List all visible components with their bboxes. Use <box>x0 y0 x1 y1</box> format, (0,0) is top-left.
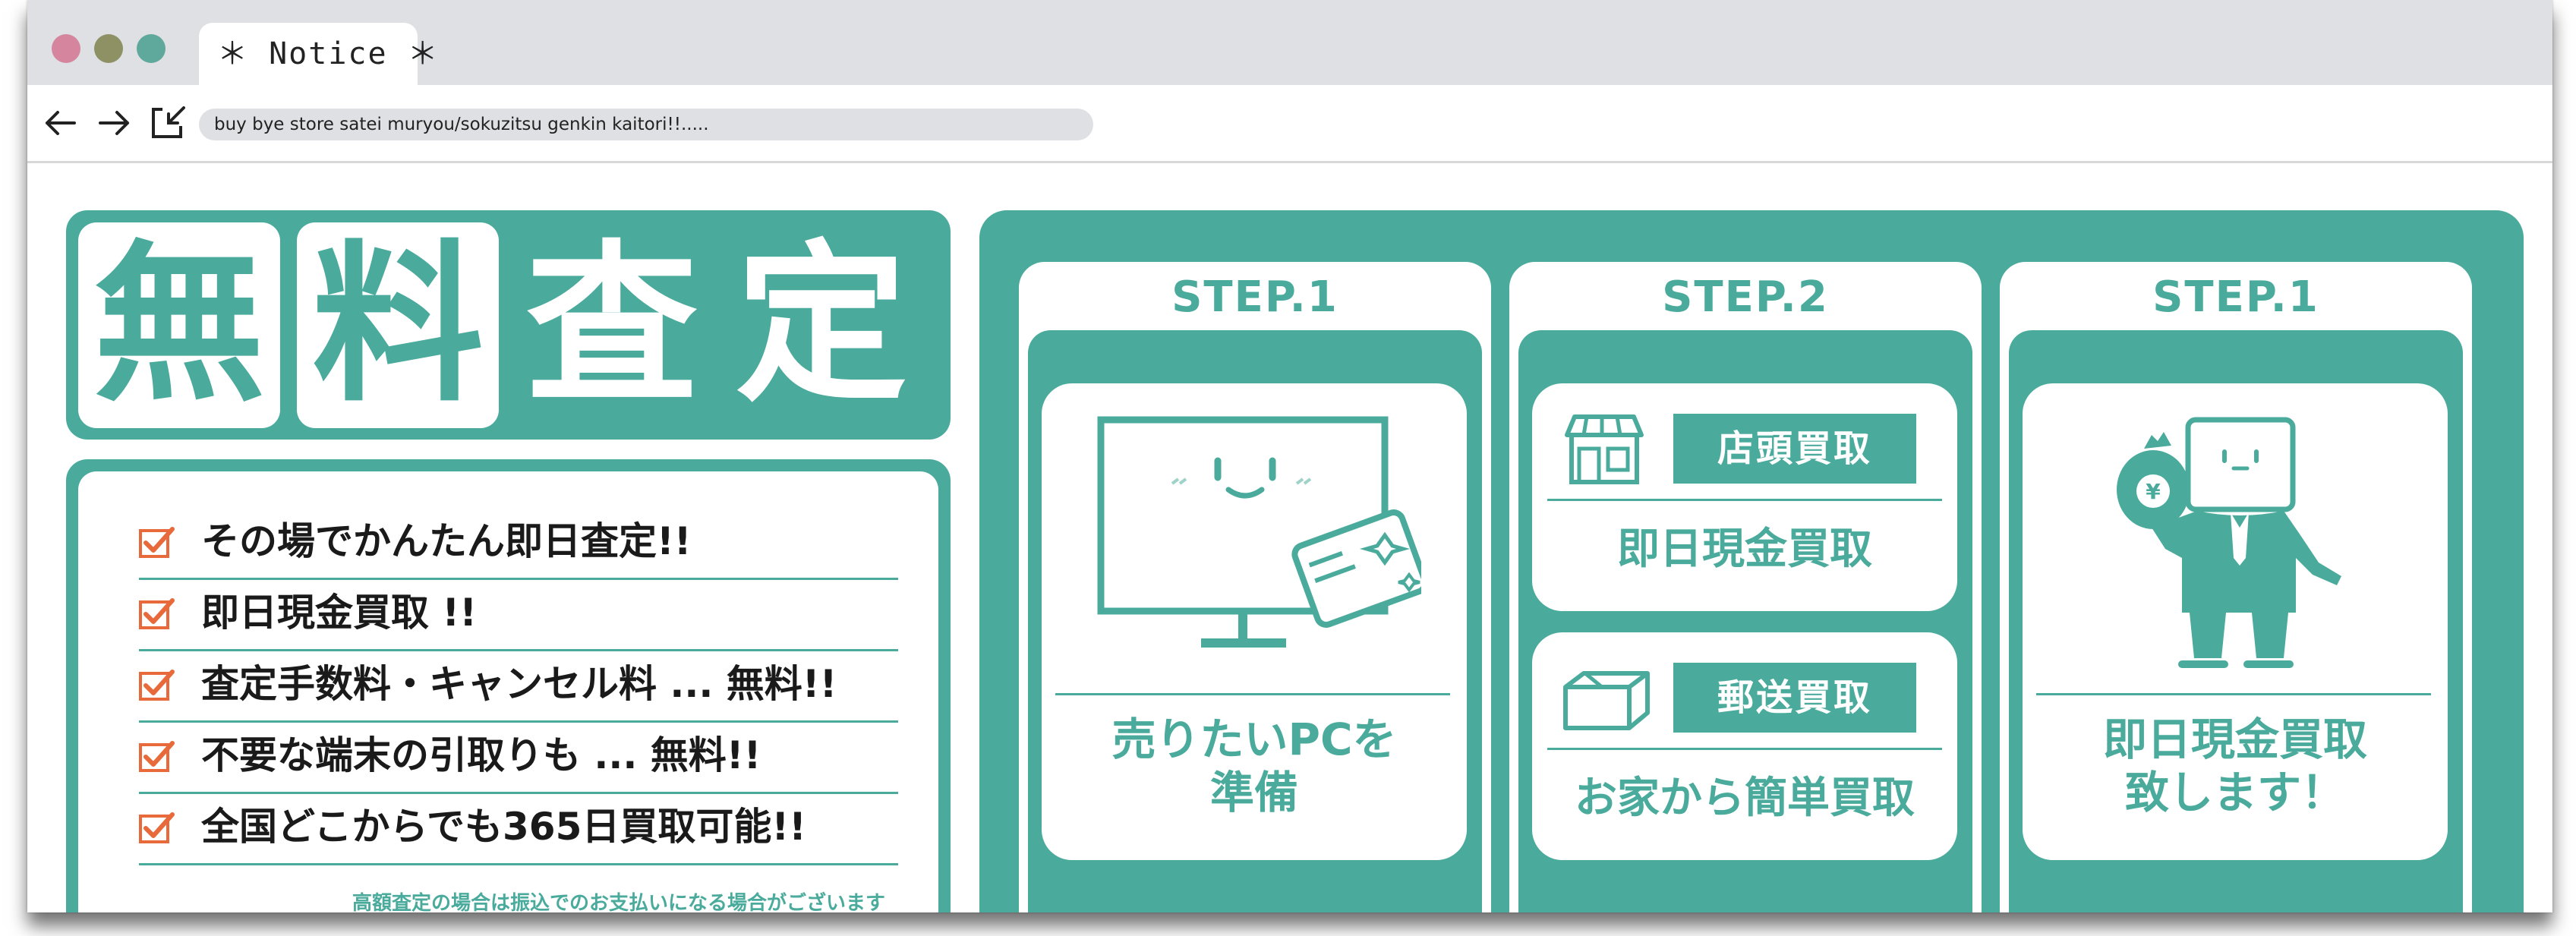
feature-item-5: 全国どこからでも365日買取可能!! <box>139 792 898 865</box>
step-2-label: STEP.2 <box>1662 273 1829 322</box>
checkbox-checked-icon <box>139 526 175 559</box>
payment-footnote: 高額査定の場合は振込でのお支払いになる場合がございます <box>352 892 885 912</box>
forward-arrow-icon[interactable] <box>97 108 132 141</box>
store-purchase-card: 店頭買取 即日現金買取 <box>1532 383 1957 611</box>
tab-notice[interactable]: ＊ Notice ＊ <box>199 23 438 85</box>
hero-char-4: 定 <box>735 225 907 425</box>
step-1-caption-line-1: 売りたいPCを <box>1111 714 1397 765</box>
feature-item-4: 不要な端末の引取りも ... 無料!! <box>139 720 898 794</box>
pc-businessman-icon: ¥ <box>2091 414 2379 675</box>
minimize-window-button[interactable] <box>94 34 123 63</box>
card-divider <box>1055 693 1450 695</box>
checkbox-checked-icon <box>139 740 175 774</box>
card-divider <box>1547 748 1942 750</box>
step-1-column: STEP.1 売りたいPCを 準備 <box>1019 262 1491 912</box>
store-purchase-tag: 店頭買取 <box>1673 414 1916 484</box>
step-1-label: STEP.1 <box>1171 273 1338 322</box>
step-3-caption-line-1: 即日現金買取 <box>2102 714 2367 765</box>
parcel-box-icon <box>1562 670 1651 734</box>
pc-monitor-icon <box>1087 414 1429 667</box>
step-1-body: 売りたいPCを 準備 <box>1028 330 1482 912</box>
steps-panel: STEP.1 売りたいPCを 準備 STEP.2 店頭買取 即日現金買取 郵送買… <box>979 210 2524 912</box>
checkbox-checked-icon <box>139 812 175 845</box>
mail-purchase-tag: 郵送買取 <box>1673 663 1916 733</box>
card-divider <box>1547 499 1942 501</box>
hero-char-2: 料 <box>297 222 499 428</box>
browser-toolbar: buy bye store satei muryou/sokuzitsu gen… <box>27 85 2552 163</box>
free-appraisal-banner: 無 料 査 定 <box>66 210 951 440</box>
address-bar[interactable]: buy bye store satei muryou/sokuzitsu gen… <box>199 109 1093 140</box>
title-bar: ＊ Notice ＊ <box>27 0 2552 85</box>
mail-purchase-card: 郵送買取 お家から簡単買取 <box>1532 632 1957 860</box>
back-arrow-icon[interactable] <box>43 108 77 141</box>
maximize-window-button[interactable] <box>137 34 166 63</box>
feature-text: 不要な端末の引取りも ... 無料!! <box>201 733 761 777</box>
feature-item-2: 即日現金買取 !! <box>139 578 898 651</box>
step-1-caption-line-2: 準備 <box>1209 767 1298 818</box>
features-list: その場でかんたん即日査定!! 即日現金買取 !! 査定手数料・キャンセル料 ..… <box>78 471 938 912</box>
checkbox-checked-icon <box>139 669 175 702</box>
step-3-label: STEP.1 <box>2152 273 2319 322</box>
step-2-body: 店頭買取 即日現金買取 郵送買取 お家から簡単買取 <box>1518 330 1972 912</box>
step-3-caption-line-2: 致します！ <box>2124 767 2345 818</box>
page-content: 無 料 査 定 その場でかんたん即日査定!! 即日現金買取 !! 査定手数料・キ… <box>27 163 2552 912</box>
card-divider <box>2036 693 2431 695</box>
hero-char-3: 査 <box>525 225 698 425</box>
checkbox-checked-icon <box>139 597 175 631</box>
storefront-icon <box>1562 414 1646 490</box>
hero-char-1: 無 <box>78 222 280 428</box>
close-window-button[interactable] <box>52 34 80 63</box>
step-3-column: STEP.1 ¥ 即日現金買取 致します！ <box>2000 262 2472 912</box>
svg-text:¥: ¥ <box>2146 479 2161 504</box>
reload-icon[interactable] <box>150 105 188 143</box>
step-1-card: 売りたいPCを 準備 <box>1042 383 1467 860</box>
feature-text: 即日現金買取 !! <box>201 591 478 635</box>
feature-text: 査定手数料・キャンセル料 ... 無料!! <box>201 662 837 706</box>
step-3-card: ¥ 即日現金買取 致します！ <box>2023 383 2448 860</box>
feature-text: 全国どこからでも365日買取可能!! <box>201 805 806 849</box>
feature-text: その場でかんたん即日査定!! <box>201 519 692 563</box>
browser-window: ＊ Notice ＊ buy bye store satei muryou/so… <box>27 0 2552 912</box>
mail-purchase-caption: お家から簡単買取 <box>1575 774 1915 823</box>
features-panel: その場でかんたん即日査定!! 即日現金買取 !! 査定手数料・キャンセル料 ..… <box>66 459 951 912</box>
feature-item-1: その場でかんたん即日査定!! <box>139 506 898 580</box>
step-2-column: STEP.2 店頭買取 即日現金買取 郵送買取 お家から簡単買取 <box>1509 262 1982 912</box>
feature-item-3: 査定手数料・キャンセル料 ... 無料!! <box>139 649 898 723</box>
step-3-body: ¥ 即日現金買取 致します！ <box>2009 330 2463 912</box>
store-purchase-caption: 即日現金買取 <box>1617 525 1872 574</box>
